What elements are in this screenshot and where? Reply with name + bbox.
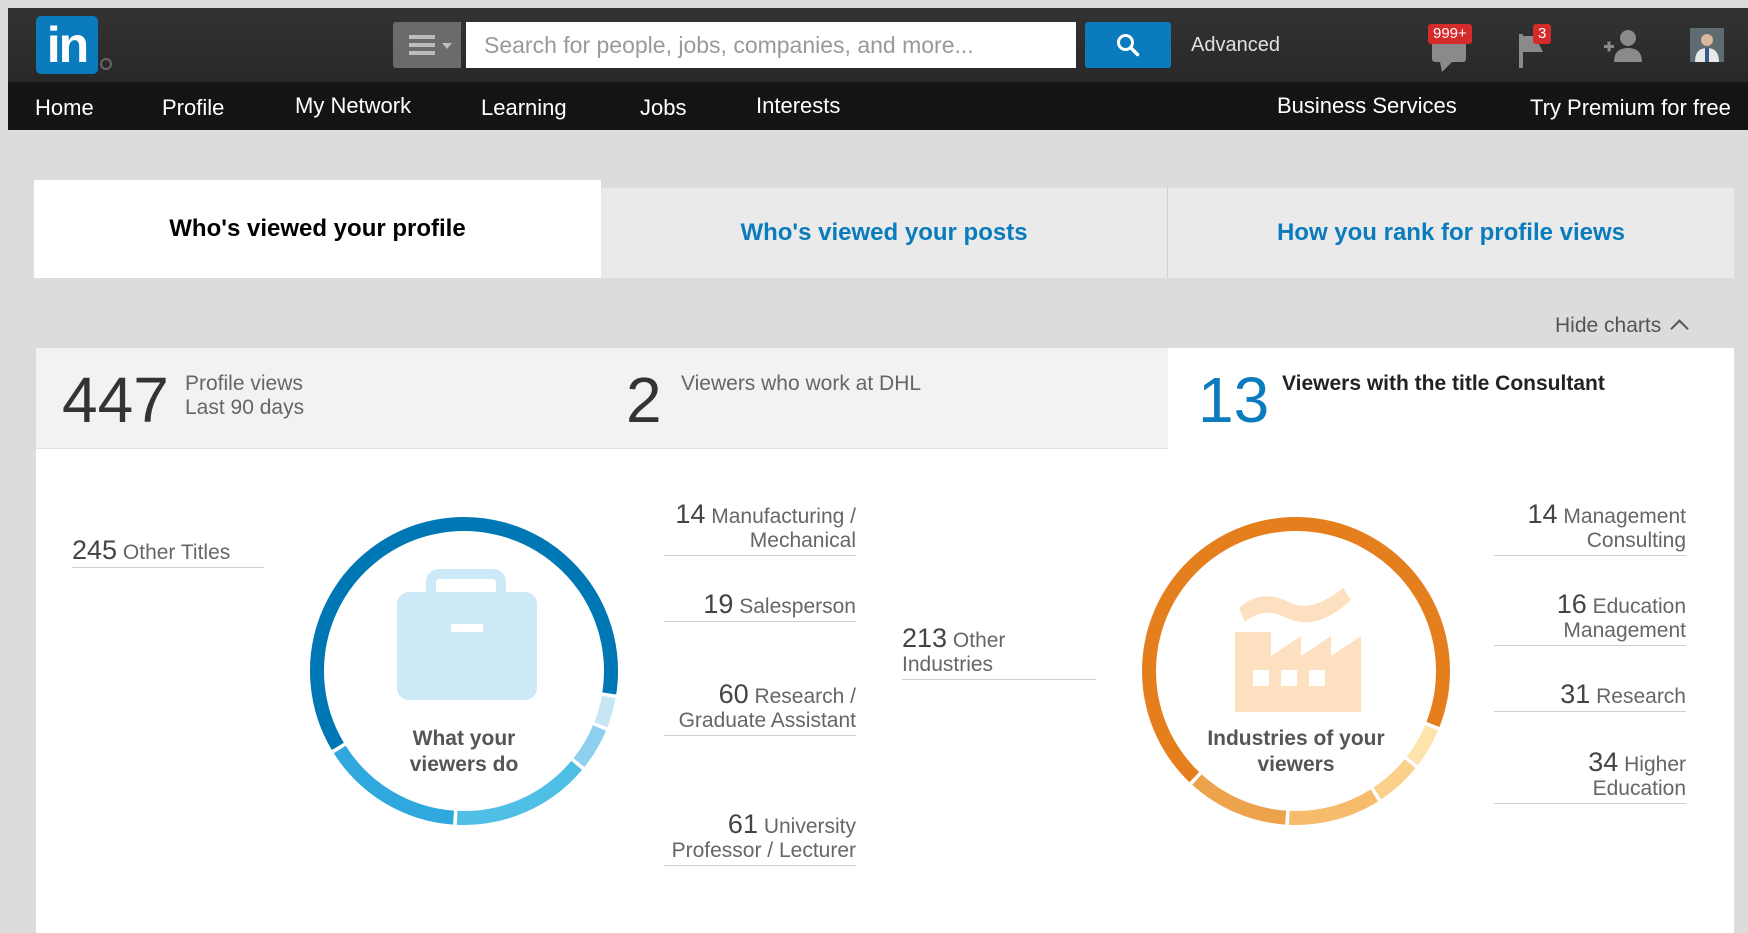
linkedin-logo[interactable]: in [36,16,98,74]
viewers-with-title-count[interactable]: 13 [1198,368,1269,432]
tab-whos-viewed-profile[interactable]: Who's viewed your profile [34,180,601,278]
legend-higher-education-label2: Education [1592,777,1686,800]
advanced-search-link[interactable]: Advanced [1191,34,1280,57]
nav-try-premium[interactable]: Try Premium for free [1530,95,1731,121]
notifications-badge: 3 [1533,24,1552,44]
legend-other-industries-label1: Other [952,629,1006,652]
legend-higher-education-value: 34 [1588,747,1619,777]
nav-home[interactable]: Home [35,95,94,121]
viewer-industries-donut-chart [1142,517,1450,825]
viewer-titles-donut-chart [310,517,618,825]
legend-education-management-value: 16 [1556,589,1587,619]
notifications-button[interactable]: 3 [1513,22,1557,72]
factory-icon [1235,588,1361,712]
legend-other-industries-label2: Industries [902,653,994,676]
search-icon [1117,34,1140,57]
messages-button[interactable]: 999+ [1426,24,1478,74]
viewer-titles-center-line1: What your [412,727,516,750]
nav-profile[interactable]: Profile [162,95,224,121]
nav-business-services[interactable]: Business Services [1277,93,1457,119]
legend-management-consulting-label2: Consulting [1586,529,1686,552]
profile-views-label-line1: Profile views [185,372,303,395]
viewers-at-company-label: Viewers who work at DHL [681,372,922,395]
legend-research-industry-value: 31 [1560,679,1591,709]
legend-other-industries-value: 213 [902,623,948,653]
viewer-titles-center-label: What your viewers do [364,726,564,778]
registered-mark-icon [100,58,112,70]
top-bar: in Advanced 999+ 3 [8,8,1748,82]
nav-my-network[interactable]: My Network [295,93,411,119]
tab-rank-profile-views[interactable]: How you rank for profile views [1168,188,1734,278]
hide-charts-toggle[interactable]: Hide charts [1555,314,1689,338]
legend-management-consulting[interactable]: 14 Management Consulting [1494,499,1686,556]
legend-manufacturing-value: 14 [675,499,706,529]
legend-research-industry[interactable]: 31 Research [1494,679,1686,712]
legend-management-consulting-label1: Management [1563,505,1686,528]
legend-research-industry-label1: Research [1596,685,1686,708]
viewers-at-company-count[interactable]: 2 [626,368,662,432]
chevron-down-icon [442,43,452,49]
legend-manufacturing[interactable]: 14 Manufacturing / Mechanical [664,499,856,556]
legend-other-titles[interactable]: 245 Other Titles [72,535,264,568]
briefcase-icon [397,569,537,700]
legend-salesperson[interactable]: 19 Salesperson [664,589,856,622]
nav-learning[interactable]: Learning [481,95,567,121]
industry-slice-management-consulting[interactable] [1406,724,1439,766]
profile-views-count[interactable]: 447 [62,368,169,432]
menu-icon [409,35,435,55]
nav-interests[interactable]: Interests [756,93,840,119]
legend-higher-education[interactable]: 34 Higher Education [1494,747,1686,804]
search-button[interactable] [1085,22,1171,68]
viewers-with-title-label: Viewers with the title Consultant [1282,372,1605,395]
nav-jobs[interactable]: Jobs [640,95,686,121]
chevron-up-icon [1670,319,1689,338]
profile-views-label-line2: Last 90 days [185,396,305,419]
legend-education-management-label2: Management [1563,619,1686,642]
legend-university-professor-label2: Professor / Lecturer [671,839,856,862]
legend-research-assistant-label1: Research / [754,685,856,708]
legend-manufacturing-label1: Manufacturing / [711,505,856,528]
add-connection-button[interactable] [1602,26,1646,70]
industry-slice-research[interactable] [1288,789,1379,825]
legend-management-consulting-value: 14 [1527,499,1558,529]
legend-manufacturing-label2: Mechanical [749,529,856,552]
legend-research-assistant-label2: Graduate Assistant [678,709,856,732]
viewer-industries-center-label: Industries of your viewers [1196,726,1396,778]
viewer-titles-center-line2: viewers do [409,753,519,776]
viewer-industries-center-line2: viewers [1257,753,1335,776]
hide-charts-label: Hide charts [1555,314,1662,337]
user-photo-icon [1690,28,1724,62]
title-slice-salesperson[interactable] [573,725,606,767]
legend-other-industries[interactable]: 213 Other Industries [902,623,1096,680]
legend-higher-education-label1: Higher [1624,753,1686,776]
legend-salesperson-value: 19 [703,589,734,619]
legend-university-professor[interactable]: 61 University Professor / Lecturer [664,809,856,866]
legend-education-management[interactable]: 16 Education Management [1494,589,1686,646]
add-connection-icon [1604,30,1642,62]
title-slice-manufacturing-mechanical[interactable] [594,695,616,728]
legend-research-assistant[interactable]: 60 Research / Graduate Assistant [664,679,856,736]
legend-university-professor-label1: University [763,815,856,838]
tab-whos-viewed-posts[interactable]: Who's viewed your posts [601,188,1167,278]
legend-research-assistant-value: 60 [718,679,749,709]
industry-slice-higher-education[interactable] [1192,774,1287,825]
legend-other-titles-value: 245 [72,535,118,565]
legend-other-titles-label: Other Titles [122,541,231,564]
legend-university-professor-value: 61 [727,809,758,839]
viewer-industries-center-line1: Industries of your [1207,727,1385,750]
main-navigation: Home Profile My Network Learning Jobs In… [8,82,1748,130]
search-input[interactable] [466,22,1076,68]
profile-views-label: Profile views Last 90 days [185,372,304,420]
search-category-menu-button[interactable] [393,22,461,68]
messages-badge: 999+ [1428,24,1472,44]
legend-education-management-label1: Education [1592,595,1686,618]
avatar[interactable] [1690,28,1724,62]
legend-salesperson-label1: Salesperson [739,595,856,618]
